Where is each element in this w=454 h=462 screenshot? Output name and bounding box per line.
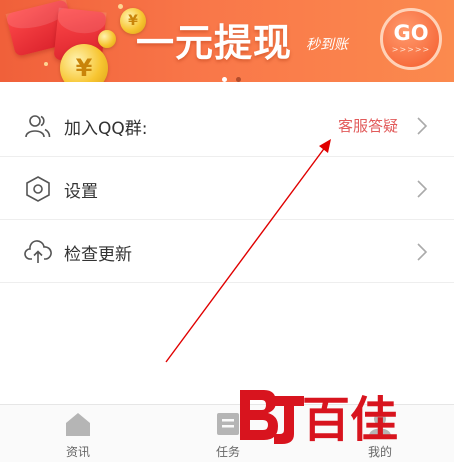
menu-item-join-qq-group[interactable]: 加入QQ群: 客服答疑 [0,94,454,157]
cloud-upload-icon [24,240,52,263]
go-arrows: >>>>> [391,45,431,54]
sparkle-decoration [118,4,123,9]
home-icon [66,413,90,436]
go-button-label: GO [393,21,429,45]
chevron-right-icon [417,180,428,198]
promo-banner[interactable]: ¥ ¥ 一元提现 秒到账 GO >>>>> [0,0,454,82]
sparkle-decoration [44,62,48,66]
pager-dot-active [222,77,227,82]
menu-item-check-update[interactable]: 检查更新 [0,220,454,283]
gear-hexagon-icon [26,176,50,202]
coin-icon [98,30,116,48]
menu-item-label: 设置 [64,182,98,202]
pager-dot [236,77,242,82]
banner-pager [220,67,243,82]
customer-service-link[interactable]: 客服答疑 [338,115,398,136]
settings-menu: 加入QQ群: 客服答疑 设置 检查更新 [0,94,454,283]
banner-title: 一元提现 [136,21,293,65]
tab-news[interactable]: 资讯 [38,405,118,462]
menu-item-label: 检查更新 [64,245,132,265]
menu-item-settings[interactable]: 设置 [0,157,454,220]
tab-label: 资讯 [65,445,90,459]
svg-text:百佳: 百佳 [302,392,398,448]
chevron-right-icon [417,243,428,261]
go-button[interactable]: GO >>>>> [380,8,442,70]
banner-tag: 秒到账 [306,37,348,53]
people-icon [25,115,51,138]
menu-item-label: 加入QQ群: [64,119,148,139]
watermark-logo: 百佳 [240,390,398,448]
chevron-right-icon [417,117,428,135]
